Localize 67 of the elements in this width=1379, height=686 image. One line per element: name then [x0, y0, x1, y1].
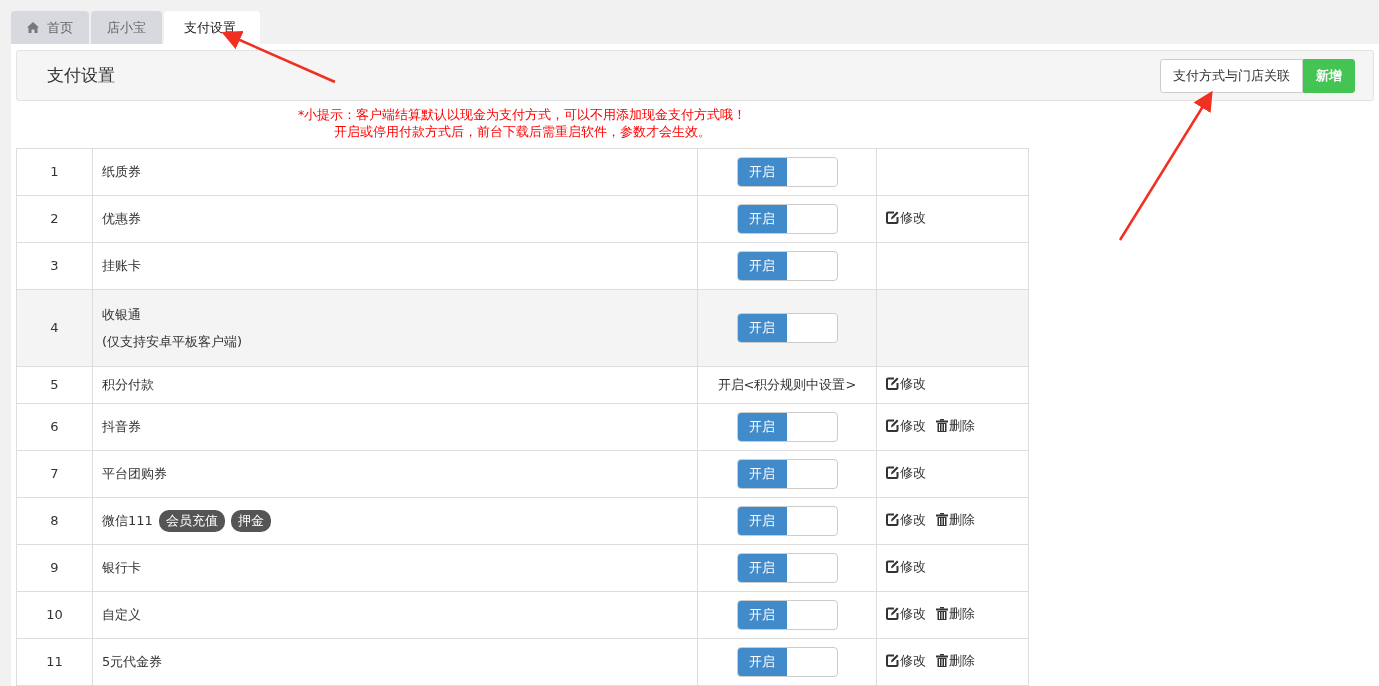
- edit-link[interactable]: 修改: [886, 651, 926, 671]
- toggle-switch[interactable]: 开启: [736, 251, 838, 281]
- edit-icon: [886, 377, 899, 391]
- toggle-switch[interactable]: 开启: [736, 506, 838, 536]
- delete-link[interactable]: 删除: [936, 651, 975, 671]
- table-cell: 1: [16, 148, 93, 196]
- toggle-switch[interactable]: 开启: [736, 600, 838, 630]
- payment-name: 5元代金券: [92, 638, 698, 686]
- payment-name: 自定义: [92, 591, 698, 639]
- edit-icon: [886, 607, 899, 621]
- toggle-switch[interactable]: 开启: [736, 553, 838, 583]
- edit-link[interactable]: 修改: [886, 374, 926, 394]
- payment-name: 纸质券: [92, 148, 698, 196]
- payment-note: (仅支持安卓平板客户端): [102, 333, 244, 351]
- payment-name: 抖音券: [92, 403, 698, 451]
- delete-link[interactable]: 删除: [936, 510, 975, 530]
- delete-link[interactable]: 删除: [936, 416, 975, 436]
- edit-icon: [886, 654, 899, 668]
- payment-name: 银行卡: [92, 544, 698, 592]
- hint-text: *小提示：客户端结算默认以现金为支付方式，可以不用添加现金支付方式哦！: [296, 106, 748, 123]
- link-store-button[interactable]: 支付方式与门店关联: [1160, 58, 1303, 93]
- table-cell: 10: [16, 591, 93, 639]
- edit-icon: [886, 211, 899, 225]
- home-icon: [27, 22, 39, 33]
- tag: 押金: [230, 510, 271, 532]
- delete-link[interactable]: 删除: [936, 604, 975, 624]
- toggle-switch[interactable]: 开启: [736, 459, 838, 489]
- trash-icon: [936, 419, 948, 433]
- trash-icon: [936, 513, 948, 527]
- tag: 会员充值: [158, 510, 225, 532]
- edit-icon: [886, 419, 899, 433]
- edit-link[interactable]: 修改: [886, 604, 926, 624]
- toggle-switch[interactable]: 开启: [736, 157, 838, 187]
- table-cell: 4: [16, 289, 93, 367]
- table-cell: 9: [16, 544, 93, 592]
- payment-name: 优惠券: [92, 195, 698, 243]
- payment-name: 微信111: [102, 513, 153, 529]
- table-cell: 7: [16, 450, 93, 498]
- trash-icon: [936, 654, 948, 668]
- status-text: 开启<积分规则中设置>: [697, 366, 877, 404]
- hint-text: 开启或停用付款方式后，前台下载后需重启软件，参数才会生效。: [332, 123, 712, 140]
- toggle-switch[interactable]: 开启: [736, 204, 838, 234]
- toggle-switch[interactable]: 开启: [736, 647, 838, 677]
- edit-link[interactable]: 修改: [886, 416, 926, 436]
- table-cell: 3: [16, 242, 93, 290]
- table-cell: 11: [16, 638, 93, 686]
- payment-name: 收银通: [102, 306, 141, 322]
- edit-icon: [886, 560, 899, 574]
- table-cell: 2: [16, 195, 93, 243]
- table-cell: 6: [16, 403, 93, 451]
- page-title: 支付设置: [47, 63, 115, 87]
- edit-icon: [886, 513, 899, 527]
- edit-link[interactable]: 修改: [886, 463, 926, 483]
- edit-link[interactable]: 修改: [886, 557, 926, 577]
- tab[interactable]: 店小宝: [91, 11, 162, 44]
- table-cell: 8: [16, 497, 93, 545]
- payment-name: 挂账卡: [92, 242, 698, 290]
- tab[interactable]: 首页: [11, 11, 89, 44]
- edit-link[interactable]: 修改: [886, 510, 926, 530]
- toggle-switch[interactable]: 开启: [736, 412, 838, 442]
- toggle-switch[interactable]: 开启: [736, 313, 838, 343]
- trash-icon: [936, 607, 948, 621]
- edit-icon: [886, 466, 899, 480]
- table-cell: 5: [16, 366, 93, 404]
- edit-link[interactable]: 修改: [886, 208, 926, 228]
- payment-name: 积分付款: [92, 366, 698, 404]
- payment-name: 平台团购券: [92, 450, 698, 498]
